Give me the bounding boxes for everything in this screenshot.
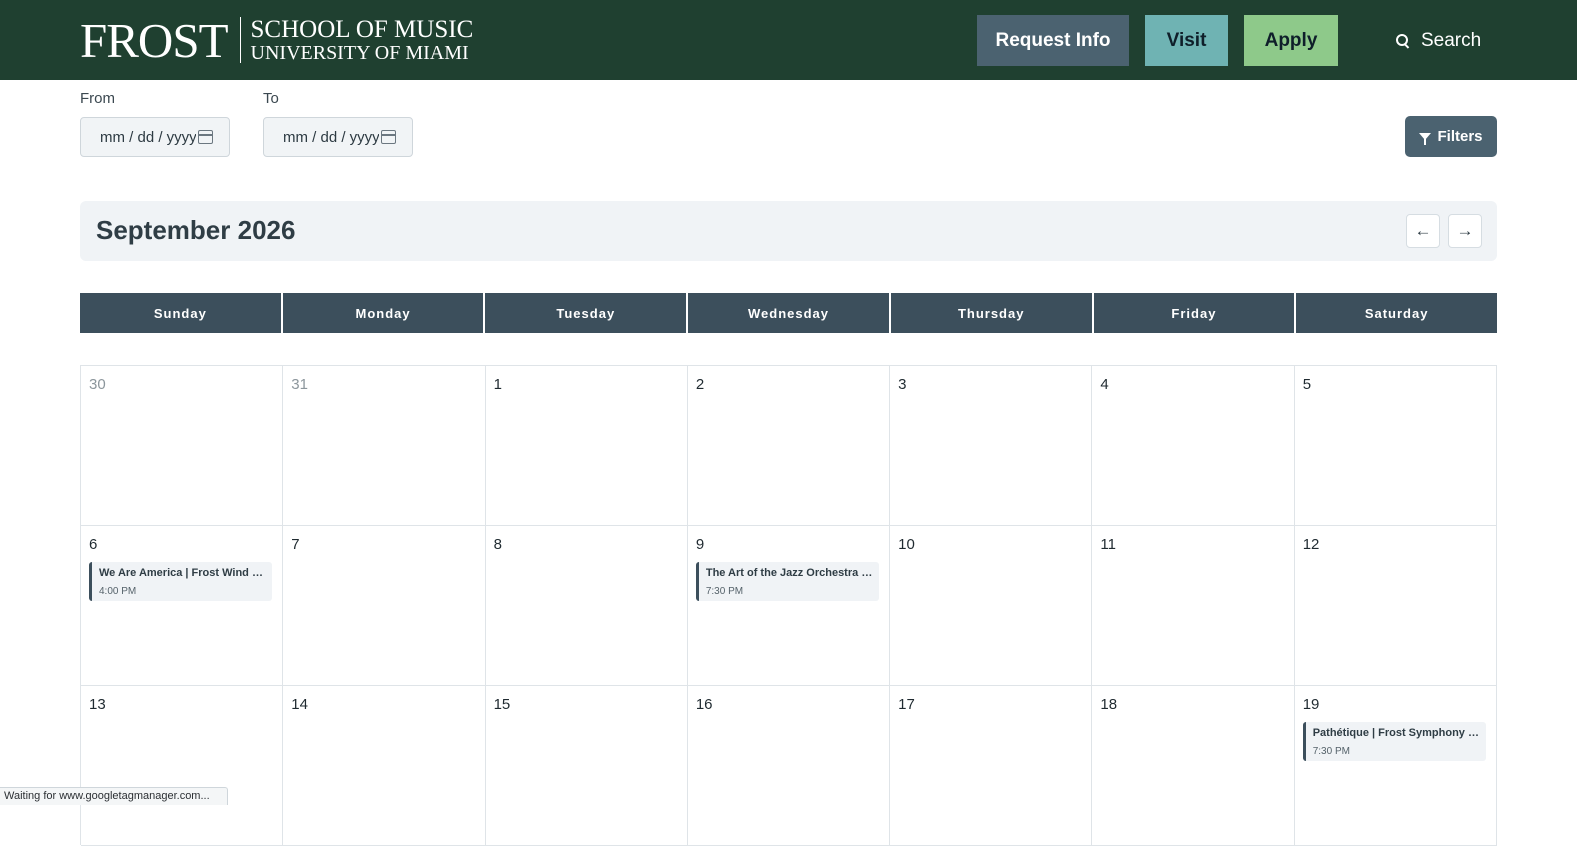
logo-subtitle: SCHOOL OF MUSIC UNIVERSITY OF MIAMI	[251, 17, 474, 63]
calendar-icon[interactable]	[198, 130, 213, 144]
filters-label: Filters	[1437, 128, 1483, 145]
day-cell[interactable]: 11	[1092, 526, 1295, 686]
calendar-grid: 30 31 1 2 3 4 5 6 We Are America | Frost Wind En…	[80, 365, 1497, 846]
to-label: To	[263, 90, 279, 107]
event-time: 4:00 PM	[99, 586, 137, 597]
weekday-header-row: Sunday Monday Tuesday Wednesday Thursday Frid…	[80, 293, 1497, 333]
day-cell[interactable]: 16	[687, 686, 891, 846]
day-cell[interactable]: 13	[81, 686, 284, 846]
day-number: 10	[898, 536, 915, 553]
weekday-header-tuesday: Tuesday	[485, 293, 687, 333]
event-time: 7:30 PM	[705, 586, 744, 597]
day-number: 19	[1302, 696, 1320, 713]
day-number: 1	[493, 376, 502, 393]
arrow-left-icon: ←	[1414, 221, 1432, 240]
day-cell[interactable]: 9 The Art of the Jazz Orchestra | Frost C…	[687, 526, 891, 686]
from-date-input[interactable]: mm / dd / yyyy	[80, 117, 230, 157]
next-month-button[interactable]: →	[1448, 214, 1482, 248]
search-button[interactable]: Search	[1395, 15, 1505, 66]
day-cell[interactable]: 19 Pathétique | Frost Symphony Orchestra 7…	[1294, 686, 1497, 846]
day-cell[interactable]: 7	[283, 526, 486, 686]
weekday-header-monday: Monday	[282, 293, 484, 333]
day-cell[interactable]: 14	[283, 686, 486, 846]
day-number: 16	[695, 696, 713, 713]
day-cell[interactable]: 6 We Are America | Frost Wind Ensemble 4:0…	[81, 526, 284, 686]
apply-button[interactable]: Apply	[1244, 15, 1338, 66]
day-cell[interactable]: 17	[890, 686, 1093, 846]
day-number: 4	[1100, 376, 1109, 393]
prev-month-button[interactable]: ←	[1406, 214, 1440, 248]
visit-button[interactable]: Visit	[1145, 15, 1228, 66]
day-number: 11	[1100, 536, 1116, 553]
day-number: 15	[493, 696, 511, 713]
day-number: 5	[1302, 376, 1312, 393]
event-title: Pathétique | Frost Symphony Orchestra	[1312, 727, 1480, 739]
day-number: 7	[291, 536, 300, 553]
day-cell[interactable]: 15	[485, 686, 688, 846]
from-label: From	[80, 90, 115, 107]
day-number: 3	[898, 376, 907, 393]
day-cell[interactable]: 1	[485, 366, 688, 526]
funnel-icon	[1419, 133, 1432, 145]
day-number: 17	[898, 696, 915, 713]
calendar-icon[interactable]	[381, 130, 396, 144]
event-title: The Art of the Jazz Orchestra | Frost Co…	[705, 567, 873, 579]
day-number: 31	[291, 376, 308, 393]
day-cell[interactable]: 18	[1092, 686, 1295, 846]
day-cell[interactable]: 2	[687, 366, 891, 526]
logo-divider	[239, 17, 241, 63]
event-title: We Are America | Frost Wind Ensemble	[99, 567, 266, 579]
day-number: 12	[1302, 536, 1320, 553]
arrow-right-icon: →	[1456, 221, 1474, 240]
day-number: 18	[1100, 696, 1118, 713]
logo-line-school: SCHOOL OF MUSIC	[250, 16, 474, 43]
day-number: 8	[493, 536, 502, 553]
frost-logo[interactable]: FROST SCHOOL OF MUSIC UNIVERSITY OF MIAM…	[80, 14, 473, 66]
month-title: September 2026	[96, 215, 296, 245]
search-label: Search	[1421, 29, 1482, 51]
logo-wordmark: FROST	[80, 12, 229, 68]
month-header: September 2026 ← →	[80, 201, 1497, 261]
day-number: 30	[89, 376, 106, 393]
day-number: 6	[89, 536, 98, 553]
day-cell[interactable]: 30	[81, 366, 284, 526]
event-card[interactable]: Pathétique | Frost Symphony Orchestra 7:3…	[1302, 722, 1486, 761]
browser-status-bar: Waiting for www.googletagmanager.com...	[0, 787, 228, 805]
event-card[interactable]: We Are America | Frost Wind Ensemble 4:00…	[89, 562, 272, 601]
day-cell[interactable]: 3	[890, 366, 1093, 526]
logo-line-university: UNIVERSITY OF MIAMI	[250, 42, 469, 64]
to-date-input[interactable]: mm / dd / yyyy	[263, 117, 413, 157]
day-cell[interactable]: 12	[1294, 526, 1497, 686]
weekday-header-sunday: Sunday	[80, 293, 281, 333]
day-cell[interactable]: 10	[890, 526, 1093, 686]
from-date-placeholder: mm / dd / yyyy	[100, 128, 196, 146]
event-card[interactable]: The Art of the Jazz Orchestra | Frost Co…	[695, 562, 879, 601]
day-cell[interactable]: 31	[283, 366, 486, 526]
weekday-header-saturday: Saturday	[1296, 293, 1497, 333]
weekday-header-wednesday: Wednesday	[688, 293, 889, 333]
search-icon	[1395, 33, 1411, 49]
day-number: 14	[291, 696, 308, 713]
site-header: FROST SCHOOL OF MUSIC UNIVERSITY OF MIAM…	[0, 0, 1577, 80]
day-cell[interactable]: 8	[485, 526, 688, 686]
weekday-header-friday: Friday	[1093, 293, 1295, 333]
day-cell[interactable]: 5	[1294, 366, 1497, 526]
filters-button[interactable]: Filters	[1405, 116, 1497, 157]
to-date-placeholder: mm / dd / yyyy	[283, 128, 379, 146]
day-number: 9	[695, 536, 705, 553]
event-time: 7:30 PM	[1312, 746, 1350, 757]
request-info-button[interactable]: Request Info	[977, 15, 1129, 66]
weekday-header-thursday: Thursday	[890, 293, 1092, 333]
day-number: 2	[695, 376, 705, 393]
day-cell[interactable]: 4	[1092, 366, 1295, 526]
day-number: 13	[89, 696, 106, 713]
